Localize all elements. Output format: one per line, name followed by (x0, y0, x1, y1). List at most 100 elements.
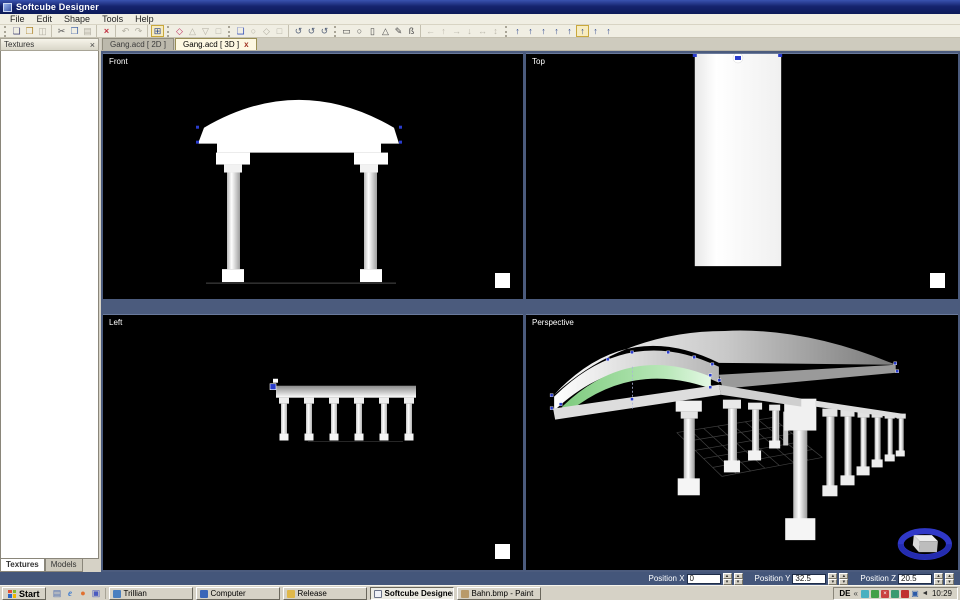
tab-models[interactable]: Models (45, 559, 83, 572)
cone-tool-icon[interactable]: △ (379, 25, 392, 37)
loft-icon[interactable]: ○ (247, 25, 260, 37)
box-tool-icon[interactable]: ▭ (340, 25, 353, 37)
cut-icon[interactable]: ✂ (55, 25, 68, 37)
insert-point-icon[interactable]: ▽ (199, 25, 212, 37)
position-field-group: Position X ▴▾ ▴▾ (641, 573, 743, 584)
delete-point-icon[interactable]: □ (212, 25, 225, 37)
position-z[interactable] (898, 574, 932, 584)
task-button-icon (461, 590, 469, 598)
internet-explorer-icon[interactable]: e (65, 588, 76, 599)
taskbar-button-trillian[interactable]: Trillian (109, 587, 193, 600)
align-left-icon[interactable]: ← (424, 25, 437, 37)
menu-item[interactable]: File (4, 14, 31, 24)
taskbar-button-paint[interactable]: Bahn.bmp - Paint (457, 587, 541, 600)
arrow-tool-icon-2[interactable]: ↑ (524, 25, 537, 37)
align-up-icon[interactable]: ↑ (437, 25, 450, 37)
position-label: Position X (649, 574, 685, 583)
toolbar-drag-handle[interactable] (228, 26, 231, 37)
align-right-icon[interactable]: → (450, 25, 463, 37)
position-fine-spinner[interactable]: ▴▾ (734, 573, 743, 584)
copy-icon[interactable]: ❒ (68, 25, 81, 37)
quick-launch: ▤e●▣ (49, 588, 106, 599)
viewport-perspective[interactable]: Perspective (526, 314, 958, 570)
position-coarse-spinner[interactable]: ▴▾ (934, 573, 943, 584)
show-desktop-icon[interactable]: ▤ (52, 588, 63, 599)
sweep-icon[interactable]: ◇ (260, 25, 273, 37)
viewport-top[interactable]: Top (526, 53, 958, 299)
paste-icon[interactable]: ▤ (81, 25, 94, 37)
tab-textures[interactable]: Textures (0, 559, 45, 572)
panel-tabs: Textures Models (0, 559, 99, 572)
undo-icon[interactable]: ↶ (119, 25, 132, 37)
flip-horizontal-icon[interactable]: ↔ (476, 25, 489, 37)
tray-collapse-icon[interactable]: « (854, 589, 858, 598)
revolve-icon-3[interactable]: ↺ (318, 25, 331, 37)
arrow-tool-icon-3[interactable]: ↑ (537, 25, 550, 37)
menu-item[interactable]: Tools (96, 14, 129, 24)
taskbar-button-softcube-designer[interactable]: Softcube Designer (370, 587, 454, 600)
delete-icon[interactable]: × (100, 25, 113, 37)
toolbar-drag-handle[interactable] (505, 26, 508, 37)
clock[interactable]: 10:29 (932, 589, 952, 598)
close-panel-icon[interactable]: × (90, 40, 95, 50)
viewport-layout-icon[interactable]: ⊞ (151, 25, 164, 37)
textures-panel-title: Textures (4, 40, 34, 49)
arrow-tool-icon-7[interactable]: ↑ (589, 25, 602, 37)
redo-icon[interactable]: ↷ (132, 25, 145, 37)
tray-icon-update[interactable] (871, 590, 879, 598)
draw-tool-icon[interactable]: ✎ (392, 25, 405, 37)
revolve-icon-2[interactable]: ↺ (305, 25, 318, 37)
position-coarse-spinner[interactable]: ▴▾ (723, 573, 732, 584)
open-icon[interactable]: ❐ (23, 25, 36, 37)
tray-icon-tool[interactable] (891, 590, 899, 598)
revolve-icon-1[interactable]: ↺ (292, 25, 305, 37)
taskbar-button-computer[interactable]: Computer (196, 587, 280, 600)
tray-icon-messenger[interactable] (861, 590, 869, 598)
tab-gang-3d[interactable]: Gang.acd [ 3D ] x (175, 38, 256, 50)
align-down-icon[interactable]: ↓ (463, 25, 476, 37)
toolbar-drag-handle[interactable] (334, 26, 337, 37)
tab-gang-2d[interactable]: Gang.acd [ 2D ] (102, 38, 174, 50)
text-tool-icon[interactable]: ß (405, 25, 418, 37)
edit-points-icon[interactable]: ◇ (173, 25, 186, 37)
move-point-icon[interactable]: △ (186, 25, 199, 37)
windows-logo-icon (8, 590, 16, 598)
save-icon[interactable]: ◫ (36, 25, 49, 37)
sphere-tool-icon[interactable]: ○ (353, 25, 366, 37)
cylinder-tool-icon[interactable]: ▯ (366, 25, 379, 37)
textures-list[interactable] (0, 51, 99, 559)
toolbar-drag-handle[interactable] (4, 26, 7, 37)
taskbar-button-release[interactable]: Release (283, 587, 367, 600)
task-button-label: Release (298, 589, 327, 598)
menu-item[interactable]: Edit (31, 14, 59, 24)
menu-item[interactable]: Shape (58, 14, 96, 24)
firefox-icon[interactable]: ● (78, 588, 89, 599)
viewport-front[interactable]: Front (103, 53, 523, 299)
tray-icon-antivirus[interactable] (901, 590, 909, 598)
close-tab-icon[interactable]: x (244, 39, 248, 51)
position-x[interactable] (687, 574, 721, 584)
viewport-left[interactable]: Left (103, 314, 523, 570)
position-coarse-spinner[interactable]: ▴▾ (828, 573, 837, 584)
arrow-tool-icon-6[interactable]: ↑ (576, 25, 589, 37)
arrow-tool-icon-8[interactable]: ↑ (602, 25, 615, 37)
language-indicator[interactable]: DE (839, 589, 850, 598)
orientation-gizmo[interactable] (901, 531, 949, 557)
arrow-tool-icon-4[interactable]: ↑ (550, 25, 563, 37)
volume-icon[interactable]: ◄ (921, 590, 929, 598)
flip-vertical-icon[interactable]: ↕ (489, 25, 502, 37)
start-button[interactable]: Start (2, 587, 46, 600)
position-y[interactable] (792, 574, 826, 584)
position-fine-spinner[interactable]: ▴▾ (839, 573, 848, 584)
media-player-icon[interactable]: ▣ (91, 588, 102, 599)
arrow-tool-icon-5[interactable]: ↑ (563, 25, 576, 37)
menu-item[interactable]: Help (129, 14, 160, 24)
tray-icon-error[interactable]: × (881, 590, 889, 598)
toolbar-drag-handle[interactable] (167, 26, 170, 37)
new-icon[interactable]: ❏ (10, 25, 23, 37)
network-icon[interactable]: ▣ (911, 590, 919, 598)
extrude-icon[interactable]: ❑ (234, 25, 247, 37)
mirror-icon[interactable]: □ (273, 25, 286, 37)
position-fine-spinner[interactable]: ▴▾ (945, 573, 954, 584)
arrow-tool-icon-1[interactable]: ↑ (511, 25, 524, 37)
